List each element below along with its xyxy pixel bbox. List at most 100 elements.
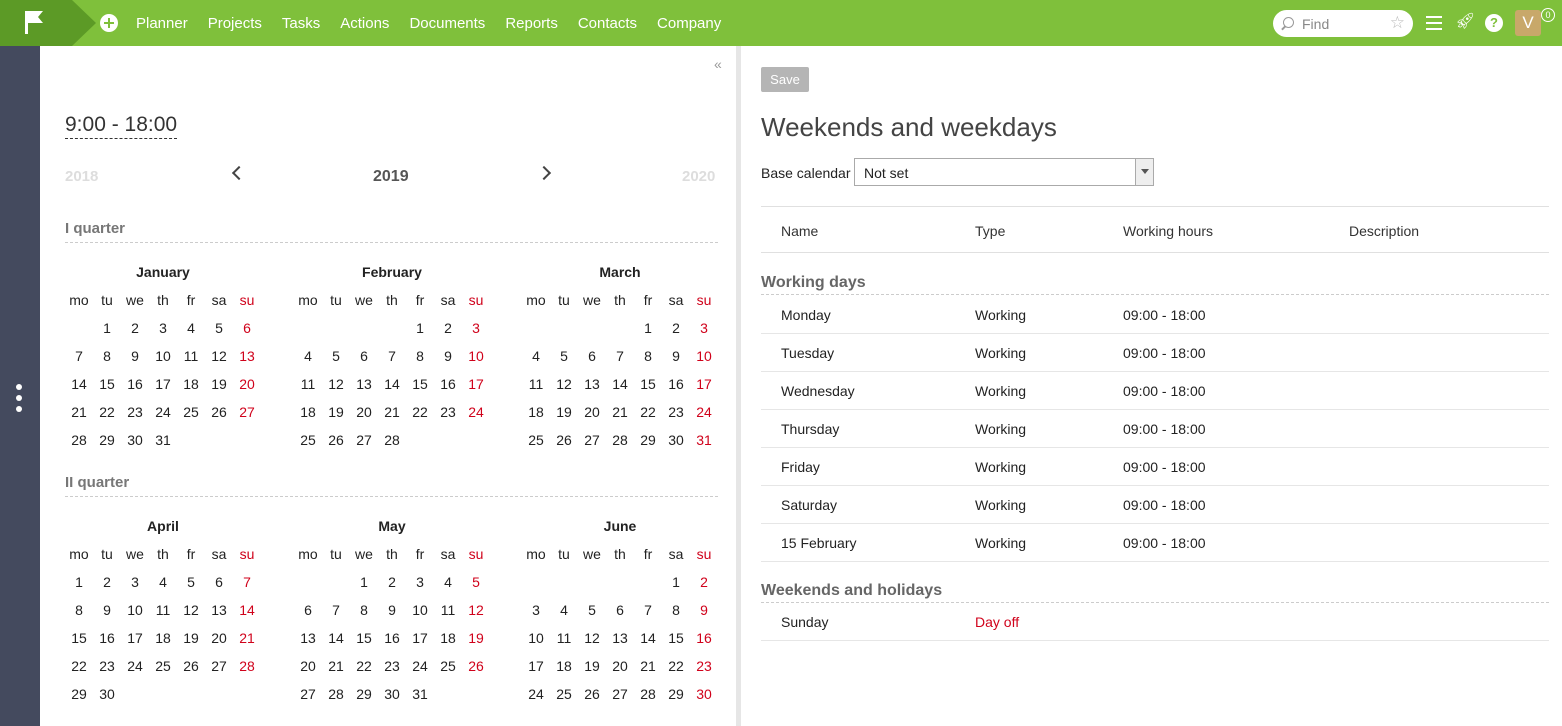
day-cell[interactable]: 21 [233,624,261,652]
day-cell[interactable]: 28 [233,652,261,680]
day-cell[interactable]: 8 [406,342,434,370]
day-cell[interactable]: 7 [634,596,662,624]
day-cell[interactable]: 14 [233,596,261,624]
nav-projects[interactable]: Projects [198,15,272,32]
day-cell[interactable]: 20 [578,398,606,426]
day-cell[interactable]: 28 [378,426,406,454]
day-cell[interactable]: 17 [149,370,177,398]
day-cell[interactable]: 24 [121,652,149,680]
day-cell[interactable]: 12 [322,370,350,398]
day-cell[interactable]: 20 [233,370,261,398]
day-cell[interactable]: 21 [65,398,93,426]
nav-reports[interactable]: Reports [495,15,568,32]
day-cell[interactable]: 19 [462,624,490,652]
day-cell[interactable]: 13 [350,370,378,398]
day-cell[interactable]: 4 [522,342,550,370]
day-cell[interactable]: 4 [294,342,322,370]
day-cell[interactable]: 6 [294,596,322,624]
column-working-hours[interactable]: Working hours [1123,223,1213,239]
day-cell[interactable]: 1 [662,568,690,596]
day-cell[interactable]: 3 [121,568,149,596]
table-row[interactable]: Thursday Working 09:00 - 18:00 [761,410,1549,448]
day-cell[interactable]: 5 [177,568,205,596]
day-cell[interactable]: 14 [634,624,662,652]
day-cell[interactable]: 30 [93,680,121,708]
day-cell[interactable]: 1 [350,568,378,596]
day-cell[interactable]: 7 [65,342,93,370]
day-cell[interactable]: 27 [350,426,378,454]
day-cell[interactable]: 21 [378,398,406,426]
chevron-right-icon[interactable] [536,165,552,181]
day-cell[interactable]: 5 [205,314,233,342]
day-cell[interactable]: 25 [177,398,205,426]
star-icon[interactable]: ☆ [1390,13,1405,33]
nav-documents[interactable]: Documents [399,15,495,32]
menu-icon[interactable] [1426,16,1442,30]
day-cell[interactable]: 19 [578,652,606,680]
day-cell[interactable]: 10 [462,342,490,370]
day-cell[interactable]: 19 [550,398,578,426]
day-cell[interactable]: 30 [662,426,690,454]
collapse-panel-icon[interactable]: « [714,56,722,72]
day-cell[interactable]: 24 [462,398,490,426]
day-cell[interactable]: 14 [322,624,350,652]
day-cell[interactable]: 8 [350,596,378,624]
day-cell[interactable]: 8 [662,596,690,624]
day-cell[interactable]: 31 [690,426,718,454]
day-cell[interactable]: 18 [522,398,550,426]
notification-badge[interactable]: 0 [1541,8,1555,22]
day-cell[interactable]: 26 [578,680,606,708]
day-cell[interactable]: 7 [322,596,350,624]
day-cell[interactable]: 22 [406,398,434,426]
day-cell[interactable]: 14 [378,370,406,398]
column-type[interactable]: Type [975,223,1005,239]
day-cell[interactable]: 31 [406,680,434,708]
day-cell[interactable]: 22 [662,652,690,680]
day-cell[interactable]: 23 [121,398,149,426]
day-cell[interactable]: 26 [205,398,233,426]
chevron-left-icon[interactable] [231,165,247,181]
day-cell[interactable]: 2 [690,568,718,596]
day-cell[interactable]: 28 [65,426,93,454]
day-cell[interactable]: 18 [550,652,578,680]
day-cell[interactable]: 20 [294,652,322,680]
day-cell[interactable]: 27 [606,680,634,708]
chevron-down-icon[interactable] [1135,159,1153,185]
day-cell[interactable]: 9 [121,342,149,370]
day-cell[interactable]: 3 [149,314,177,342]
day-cell[interactable]: 27 [205,652,233,680]
day-cell[interactable]: 1 [634,314,662,342]
day-cell[interactable]: 20 [606,652,634,680]
save-button[interactable]: Save [761,67,809,92]
day-cell[interactable]: 15 [93,370,121,398]
day-cell[interactable]: 30 [690,680,718,708]
day-cell[interactable]: 28 [634,680,662,708]
day-cell[interactable]: 31 [149,426,177,454]
day-cell[interactable]: 26 [550,426,578,454]
day-cell[interactable]: 14 [606,370,634,398]
day-cell[interactable]: 13 [578,370,606,398]
day-cell[interactable]: 5 [550,342,578,370]
day-cell[interactable]: 17 [406,624,434,652]
day-cell[interactable]: 18 [294,398,322,426]
day-cell[interactable]: 30 [378,680,406,708]
day-cell[interactable]: 8 [93,342,121,370]
table-row[interactable]: Wednesday Working 09:00 - 18:00 [761,372,1549,410]
day-cell[interactable]: 4 [149,568,177,596]
avatar[interactable]: V [1515,10,1541,36]
day-cell[interactable]: 10 [522,624,550,652]
day-cell[interactable]: 8 [65,596,93,624]
day-cell[interactable]: 16 [434,370,462,398]
day-cell[interactable]: 17 [690,370,718,398]
column-description[interactable]: Description [1349,223,1419,239]
day-cell[interactable]: 21 [606,398,634,426]
day-cell[interactable]: 25 [522,426,550,454]
day-cell[interactable]: 11 [522,370,550,398]
day-cell[interactable]: 6 [350,342,378,370]
day-cell[interactable]: 26 [177,652,205,680]
day-cell[interactable]: 6 [606,596,634,624]
day-cell[interactable]: 8 [634,342,662,370]
day-cell[interactable]: 13 [606,624,634,652]
day-cell[interactable]: 29 [634,426,662,454]
day-cell[interactable]: 21 [634,652,662,680]
